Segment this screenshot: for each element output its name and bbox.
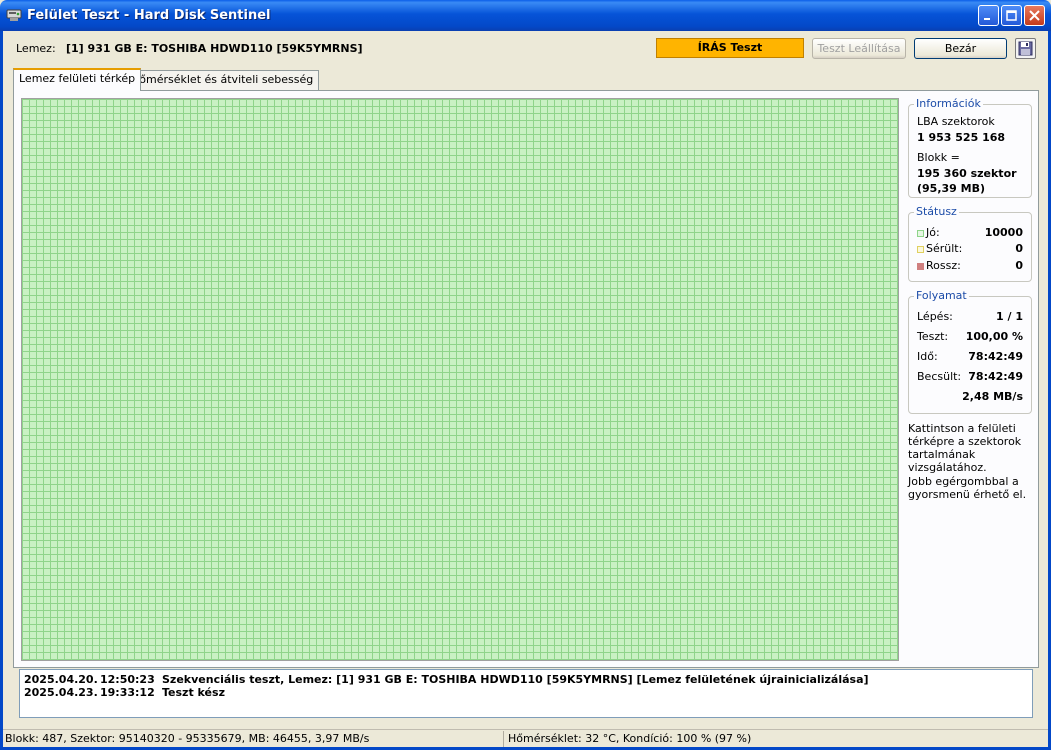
status-group: Státusz Jó: 10000 Sérült: 0 Rossz: 0 (908, 205, 1032, 282)
bad-label: Rossz: (926, 259, 961, 272)
log-message: Szekvenciális teszt, Lemez: [1] 931 GB E… (162, 673, 869, 686)
disk-value: [1] 931 GB E: TOSHIBA HDWD110 [59K5YMRNS… (66, 42, 363, 55)
status-bar: Blokk: 487, Szektor: 95140320 - 95335679… (3, 729, 1048, 747)
status-bar-block-info: Blokk: 487, Szektor: 95140320 - 95335679… (5, 732, 370, 745)
click-hint: Kattintson a felületi térképre a szektor… (908, 422, 1022, 474)
damaged-label: Sérült: (926, 242, 963, 255)
hard-disk-icon (6, 7, 22, 23)
disk-label: Lemez: (16, 42, 56, 55)
stop-test-button[interactable]: Teszt Leállítása (812, 38, 906, 59)
write-test-indicator: ÍRÁS Teszt (656, 38, 804, 58)
estimated-label: Becsült: (917, 370, 962, 383)
maximize-button[interactable] (1001, 5, 1022, 26)
damaged-value: 0 (1015, 242, 1023, 255)
surface-map[interactable] (21, 98, 899, 661)
info-group: Információk LBA szektorok 1 953 525 168 … (908, 97, 1032, 198)
test-label: Teszt: (917, 330, 949, 343)
minimize-button[interactable] (978, 5, 999, 26)
progress-group: Folyamat Lépés: 1 / 1 Teszt: 100,00 % Id… (908, 289, 1032, 414)
step-label: Lépés: (917, 310, 953, 323)
block-size: (95,39 MB) (917, 182, 986, 195)
log-time: 12:50:23 (100, 673, 155, 686)
status-bar-temperature: Hőmérséklet: 32 °C, Kondíció: 100 % (97 … (508, 732, 752, 745)
lba-label: LBA szektorok (917, 115, 995, 128)
title-bar[interactable]: Felület Teszt - Hard Disk Sentinel (0, 0, 1051, 31)
step-value: 1 / 1 (996, 310, 1023, 323)
info-group-title: Információk (914, 97, 983, 110)
lba-value: 1 953 525 168 (917, 131, 1006, 144)
good-label: Jó: (926, 226, 940, 239)
good-value: 10000 (984, 226, 1023, 239)
test-value: 100,00 % (965, 330, 1023, 343)
block-label: Blokk = (917, 151, 960, 164)
close-button[interactable]: Bezár (914, 38, 1007, 59)
status-group-title: Státusz (914, 205, 959, 218)
speed-value: 2,48 MB/s (962, 390, 1023, 403)
log-entry: 2025.04.23. 19:33:12 Teszt kész (24, 686, 225, 699)
status-bar-separator (503, 731, 504, 747)
tab-surface-map[interactable]: Lemez felületi térkép (13, 68, 142, 91)
time-value: 78:42:49 (968, 350, 1023, 363)
block-value: 195 360 szektor (917, 167, 1017, 180)
save-icon[interactable] (1015, 38, 1036, 59)
time-label: Idő: (917, 350, 938, 363)
right-click-hint: Jobb egérgombbal a gyorsmenü érhető el. (908, 475, 1027, 501)
log-entry: 2025.04.20. 12:50:23 Szekvenciális teszt, … (24, 673, 869, 686)
close-window-button[interactable] (1024, 5, 1045, 26)
tab-temperature-speed[interactable]: Hőmérséklet és átviteli sebesség (125, 70, 320, 90)
good-legend-icon (917, 229, 924, 237)
log-date: 2025.04.23. (24, 686, 98, 699)
estimated-value: 78:42:49 (968, 370, 1023, 383)
bad-legend-icon (917, 262, 924, 270)
bad-value: 0 (1015, 259, 1023, 272)
log-time: 19:33:12 (100, 686, 155, 699)
log-date: 2025.04.20. (24, 673, 98, 686)
log-panel[interactable]: 2025.04.20. 12:50:23 Szekvenciális teszt, … (19, 669, 1033, 718)
window-title: Felület Teszt - Hard Disk Sentinel (27, 8, 271, 23)
damaged-legend-icon (917, 245, 924, 253)
log-message: Teszt kész (162, 686, 225, 699)
progress-group-title: Folyamat (914, 289, 969, 302)
